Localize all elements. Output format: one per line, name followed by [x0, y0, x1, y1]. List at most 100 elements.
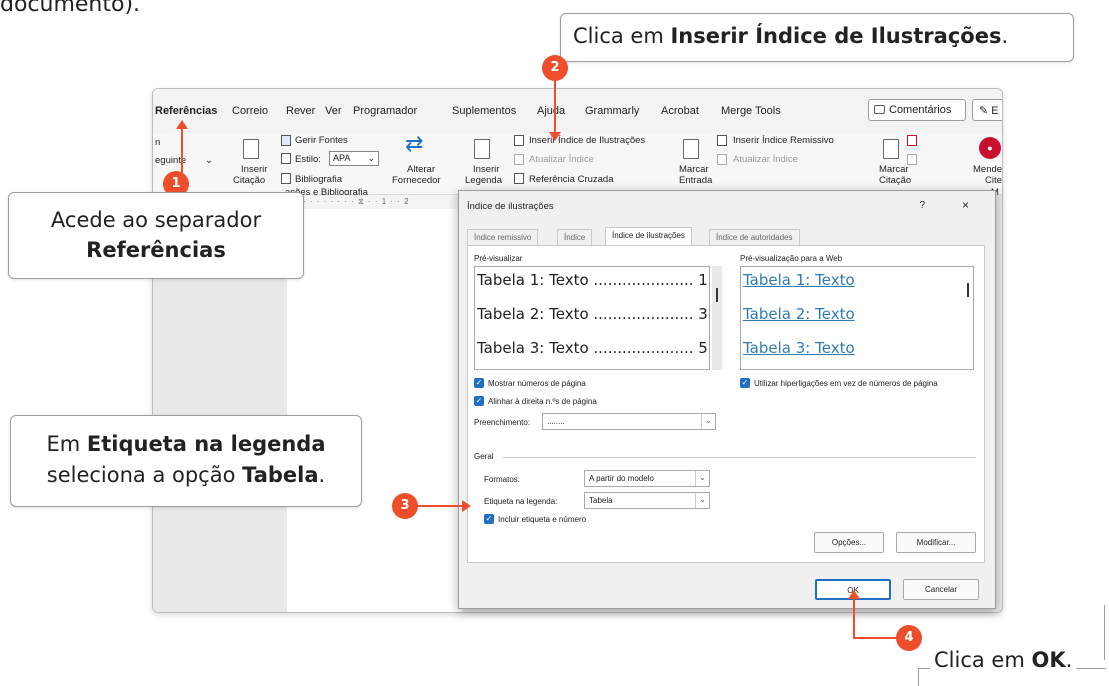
switch-provider-label-1[interactable]: Alterar	[407, 164, 435, 175]
insert-table-of-figures-button[interactable]: Inserir Índice de Ilustrações	[529, 135, 645, 146]
include-label-text: Incluir etiqueta e número	[498, 515, 587, 524]
web-line-2[interactable]: Tabela 2: Texto	[743, 305, 855, 323]
mendeley-icon[interactable]: ●	[979, 137, 1001, 159]
chevron-down-icon: ⌄	[367, 153, 375, 163]
callout-1-line-2: Referências	[86, 238, 226, 262]
help-icon[interactable]: ?	[919, 200, 925, 211]
update-table-icon	[514, 154, 524, 165]
mark-entry-icon	[683, 139, 699, 159]
cancel-button[interactable]: Cancelar	[903, 579, 979, 600]
callout-1: Acede ao separador Referências	[8, 192, 304, 279]
tab-merge-tools[interactable]: Merge Tools	[721, 105, 781, 117]
tab-ajuda[interactable]: Ajuda	[537, 105, 565, 117]
callout-4-bold: OK	[1031, 648, 1066, 672]
caption-label-select[interactable]: Tabela ⌄	[584, 492, 710, 509]
web-preview: Tabela 1: Texto Tabela 2: Texto Tabela 3…	[740, 266, 974, 370]
tab-suplementos[interactable]: Suplementos	[452, 105, 516, 117]
dialog-title: Índice de ilustrações	[467, 201, 554, 212]
formats-select[interactable]: A partir do modelo ⌄	[584, 470, 710, 487]
insert-index-button[interactable]: Inserir Índice Remissivo	[733, 135, 834, 146]
comment-icon	[874, 105, 885, 114]
tab-grammarly[interactable]: Grammarly	[585, 105, 639, 117]
mark-citation-label-1[interactable]: Marcar	[879, 164, 909, 175]
caption-label-value: Tabela	[589, 496, 613, 505]
web-scroll-thumb[interactable]	[967, 283, 969, 297]
tab-programador[interactable]: Programador	[353, 105, 417, 117]
switch-provider-label-2[interactable]: Fornecedor	[392, 175, 441, 186]
tab-table-of-authorities[interactable]: Índice de autoridades	[709, 229, 800, 245]
align-right-label: Alinhar à direita n.ºs de página	[488, 397, 597, 406]
options-button[interactable]: Opções...	[814, 532, 884, 553]
callout-3: Em Etiqueta na legenda seleciona a opção…	[10, 415, 362, 507]
callout-3-arrow-line	[416, 505, 464, 507]
cross-reference-button[interactable]: Referência Cruzada	[529, 174, 614, 185]
general-label: Geral	[474, 452, 494, 461]
tab-ver[interactable]: Ver	[325, 105, 342, 117]
manage-sources-icon	[281, 135, 291, 146]
bibliography-icon	[281, 173, 291, 184]
preview-scrollbar[interactable]	[712, 266, 722, 370]
callout-3-l2-bold: Tabela	[242, 463, 319, 487]
tab-referencias[interactable]: Referências	[155, 105, 217, 117]
preview-line-3: Tabela 3: Texto ..................... 5	[477, 339, 708, 357]
callout-2-suffix: .	[1001, 24, 1009, 48]
insert-caption-label-2[interactable]: Legenda	[465, 175, 502, 186]
callout-2: Clica em Inserir Índice de Ilustrações.	[560, 13, 1074, 62]
chevron-down-icon[interactable]: ⌄	[205, 155, 213, 166]
preview-line-2: Tabela 2: Texto ..................... 3	[477, 305, 708, 323]
mendeley-label-1[interactable]: Mende	[973, 164, 1002, 175]
web-line-1[interactable]: Tabela 1: Texto	[743, 271, 855, 289]
style-select[interactable]: APA ⌄	[329, 151, 379, 166]
tab-rever[interactable]: Rever	[286, 105, 315, 117]
include-label-checkbox[interactable]: ✓	[484, 514, 494, 524]
table-of-figures-icon	[514, 135, 524, 146]
close-icon[interactable]: ×	[962, 198, 969, 212]
print-preview: Tabela 1: Texto ..................... 1 …	[474, 266, 710, 370]
edit-button[interactable]: ✎ E	[972, 99, 1002, 121]
callout-4-suffix: .	[1065, 648, 1073, 672]
comments-button[interactable]: Comentários	[868, 99, 966, 121]
update-table-button[interactable]: Atualizar Índice	[529, 154, 594, 165]
index-icon	[717, 135, 727, 146]
tab-correio[interactable]: Correio	[232, 105, 268, 117]
insert-caption-label-1[interactable]: Inserir	[473, 164, 499, 175]
modify-button[interactable]: Modificar...	[896, 532, 976, 553]
tab-body: Pré-visualizar Tabela 1: Texto .........…	[467, 245, 985, 563]
tab-table-of-figures[interactable]: Índice de ilustrações	[605, 227, 692, 246]
ruler: · · · · · · · · ⧖ · · 1 · · 2	[303, 195, 473, 209]
tab-toc[interactable]: Índice	[557, 229, 593, 245]
formats-label: Formatos:	[484, 475, 521, 484]
scroll-thumb[interactable]	[716, 288, 718, 302]
mark-entry-label-2[interactable]: Entrada	[679, 175, 712, 186]
update-index-button[interactable]: Atualizar Índice	[733, 154, 798, 165]
step-badge-4: 4	[896, 625, 922, 651]
mendeley-label-2[interactable]: Cite	[985, 175, 1002, 186]
use-hyperlinks-checkbox[interactable]: ✓	[740, 378, 750, 388]
show-page-numbers-checkbox[interactable]: ✓	[474, 378, 484, 388]
chevron-down-icon: ⌄	[695, 493, 709, 508]
tab-index[interactable]: Índice remissivo	[467, 229, 539, 245]
tab-acrobat[interactable]: Acrobat	[661, 105, 699, 117]
callout-2-arrowhead	[549, 132, 561, 141]
fill-select[interactable]: ........ ⌄	[542, 413, 716, 430]
step-badge-2: 2	[542, 55, 568, 81]
document-page[interactable]	[287, 195, 462, 612]
formats-value: A partir do modelo	[589, 474, 654, 483]
web-preview-label: Pré-visualização para a Web	[740, 254, 843, 263]
manage-sources-button[interactable]: Gerir Fontes	[295, 135, 348, 146]
style-label: Estilo:	[295, 154, 321, 165]
align-right-checkbox[interactable]: ✓	[474, 396, 484, 406]
bibliography-button[interactable]: Bibliografia	[295, 174, 342, 185]
callout-4-arrow-line	[853, 594, 855, 639]
insert-citation-label-1[interactable]: Inserir	[241, 164, 267, 175]
insert-citation-label-2[interactable]: Citação	[233, 175, 265, 186]
mark-entry-label-1[interactable]: Marcar	[679, 164, 709, 175]
ribbon-partial-left: n	[155, 137, 161, 148]
callout-3-l2-suffix: .	[318, 463, 326, 487]
preview-label: Pré-visualizar	[474, 254, 523, 263]
preview-line-1: Tabela 1: Texto ..................... 1	[477, 271, 708, 289]
web-line-3[interactable]: Tabela 3: Texto	[743, 339, 855, 357]
use-hyperlinks-label: Utilizar hiperligações em vez de números…	[754, 379, 938, 388]
callout-4-prefix: Clica em	[934, 648, 1032, 672]
mark-citation-label-2[interactable]: Citação	[879, 175, 911, 186]
